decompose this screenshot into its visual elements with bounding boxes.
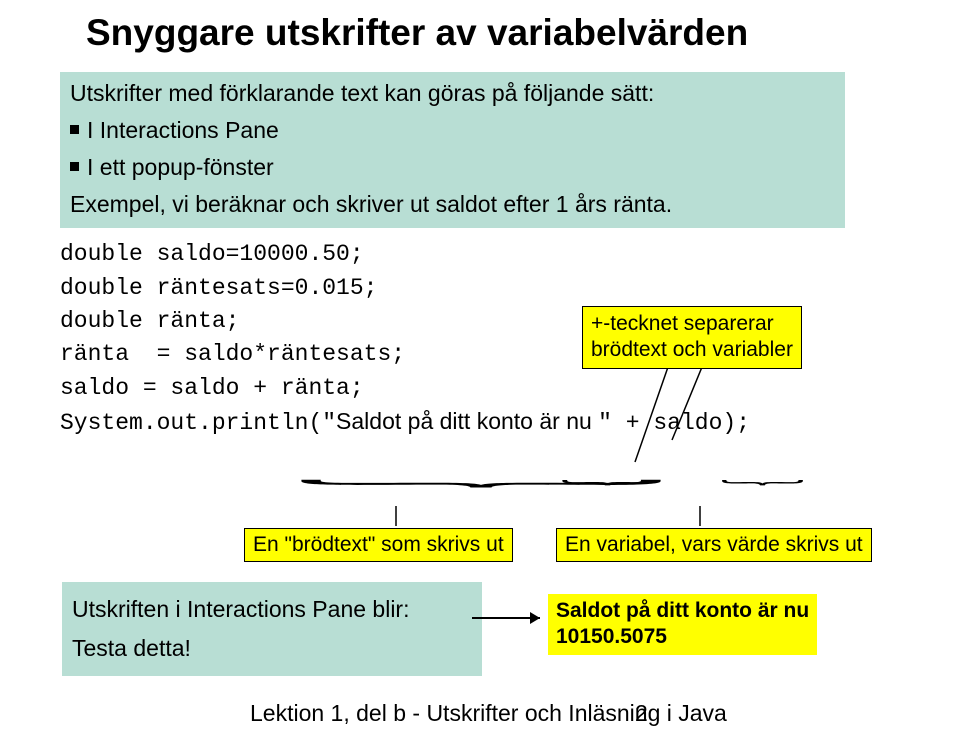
intro-example: Exempel, vi beräknar och skriver ut sald… xyxy=(70,189,835,220)
note-saldo-result: Saldot på ditt konto är nu 10150.5075 xyxy=(548,594,817,655)
note-variable-out: En variabel, vars värde skrivs ut xyxy=(556,528,872,562)
note-saldo-l2: 10150.5075 xyxy=(556,624,809,650)
brace-icon: ︸ xyxy=(720,474,805,503)
bullet-square-icon xyxy=(70,125,79,134)
note-plus-sign: +-tecknet separerar brödtext och variabl… xyxy=(582,306,802,369)
code-l4: ränta = saldo*räntesats; xyxy=(60,341,405,367)
intro-block: Utskrifter med förklarande text kan göra… xyxy=(60,72,845,228)
footer-label: Lektion 1, del b - Utskrifter och Inläsn… xyxy=(250,700,727,726)
note-utskrift-l1: Utskriften i Interactions Pane blir: xyxy=(72,590,472,629)
bullet-interactions: I Interactions Pane xyxy=(70,115,835,146)
page-number: 2 xyxy=(635,700,648,727)
code-l1: double saldo=10000.50; xyxy=(60,241,364,267)
brace-icon: ︸ xyxy=(560,474,655,503)
bullet-popup: I ett popup-fönster xyxy=(70,152,835,183)
bullet-text-2: I ett popup-fönster xyxy=(87,152,274,183)
intro-lead: Utskrifter med förklarande text kan göra… xyxy=(70,78,835,109)
bullet-text-1: I Interactions Pane xyxy=(87,115,279,146)
code-l2: double räntesats=0.015; xyxy=(60,275,377,301)
note-saldo-l1: Saldot på ditt konto är nu xyxy=(556,598,809,624)
code-l5: saldo = saldo + ränta; xyxy=(60,375,364,401)
note-utskrift: Utskriften i Interactions Pane blir: Tes… xyxy=(62,582,482,676)
note-brodtext: En "brödtext" som skrivs ut xyxy=(244,528,513,562)
code-l3: double ränta; xyxy=(60,308,239,334)
code-l6a: System.out.println(" xyxy=(60,410,336,436)
code-l6b: Saldot på ditt konto är nu xyxy=(336,408,598,434)
note-utskrift-l2: Testa detta! xyxy=(72,629,472,668)
bullet-square-icon xyxy=(70,162,79,171)
code-l6c: " + saldo); xyxy=(598,410,750,436)
footer-text: Lektion 1, del b - Utskrifter och Inläsn… xyxy=(250,700,727,727)
page-title: Snyggare utskrifter av variabelvärden xyxy=(86,12,919,54)
